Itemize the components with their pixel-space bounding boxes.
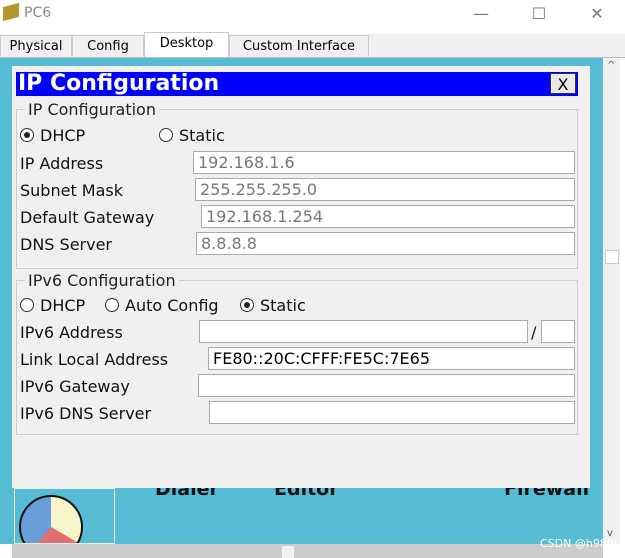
- subnet-mask-input[interactable]: 255.255.255.0: [195, 178, 575, 201]
- ipv4-static-radio[interactable]: Static: [159, 126, 225, 145]
- close-window-button[interactable]: ✕: [574, 2, 620, 26]
- ipv4-dhcp-radio[interactable]: DHCP: [20, 126, 85, 145]
- maximize-button[interactable]: ☐: [516, 2, 562, 26]
- ipv6-dns-server-input[interactable]: [209, 401, 575, 424]
- ipv6-dhcp-radio[interactable]: DHCP: [20, 296, 85, 315]
- ipv6-static-radio[interactable]: Static: [240, 296, 306, 315]
- ipv6-group-label: IPv6 Configuration: [25, 271, 179, 290]
- ipv6-prefix-input[interactable]: [541, 320, 575, 343]
- watermark: CSDN @h980i: [540, 537, 617, 550]
- minimize-button[interactable]: —: [458, 2, 504, 26]
- default-gateway-input[interactable]: 192.168.1.254: [201, 205, 575, 228]
- tab-config[interactable]: Config: [72, 35, 144, 56]
- ipv6-address-input[interactable]: [199, 320, 528, 343]
- ip-address-input[interactable]: 192.168.1.6: [193, 151, 575, 174]
- link-local-address-label: Link Local Address: [20, 350, 169, 369]
- ipv6-gateway-label: IPv6 Gateway: [20, 377, 130, 396]
- ipv6-auto-config-radio[interactable]: Auto Config: [105, 296, 219, 315]
- dialog-title: IP Configuration: [16, 72, 578, 96]
- link-local-address-input[interactable]: FE80::20C:CFFF:FE5C:7E65: [208, 347, 575, 370]
- ip-address-label: IP Address: [20, 154, 104, 173]
- app-icon-pie[interactable]: [14, 488, 115, 544]
- subnet-mask-label: Subnet Mask: [20, 181, 124, 200]
- ipv6-address-label: IPv6 Address: [20, 323, 123, 342]
- prefix-slash: /: [531, 323, 537, 342]
- ipv6-gateway-input[interactable]: [198, 374, 575, 397]
- vertical-scrollbar[interactable]: ^ v: [603, 58, 620, 544]
- ipv4-group-label: IP Configuration: [25, 100, 159, 119]
- tab-desktop[interactable]: Desktop: [144, 32, 229, 57]
- dns-server-input[interactable]: 8.8.8.8: [196, 232, 575, 255]
- default-gateway-label: Default Gateway: [20, 208, 155, 227]
- tab-custom-interface[interactable]: Custom Interface: [229, 35, 369, 56]
- horizontal-scrollbar[interactable]: [12, 544, 603, 558]
- dns-server-label: DNS Server: [20, 235, 112, 254]
- tab-physical[interactable]: Physical: [0, 35, 72, 56]
- dialog-close-button[interactable]: X: [550, 73, 576, 94]
- window-title: PC6: [24, 5, 52, 21]
- ipv6-dns-server-label: IPv6 DNS Server: [20, 404, 152, 423]
